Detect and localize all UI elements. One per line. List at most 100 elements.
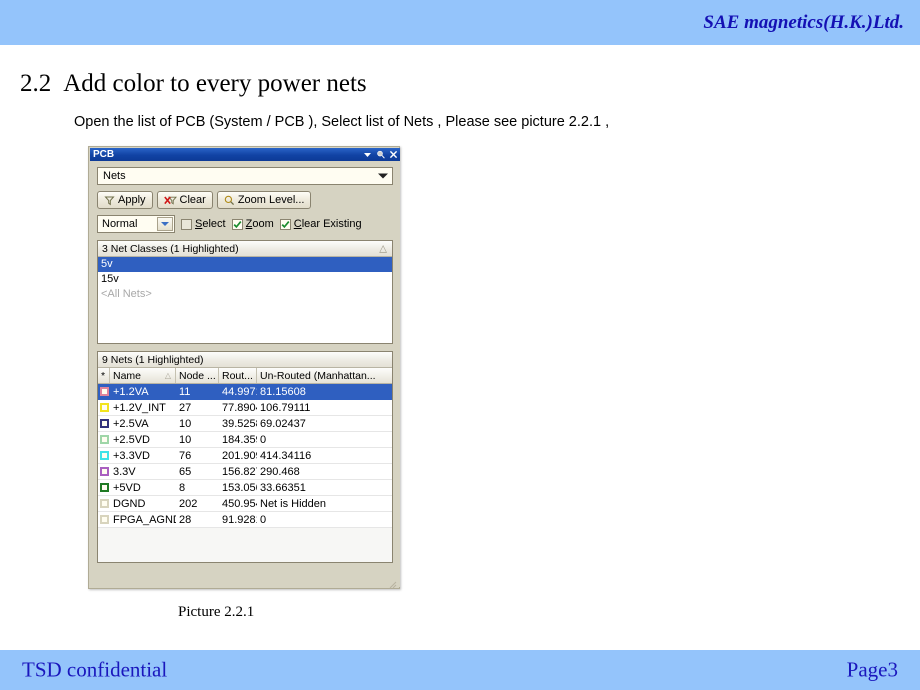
net-node-count-cell: 11 bbox=[179, 385, 191, 398]
highlight-mode-value: Normal bbox=[102, 218, 138, 230]
apply-button-label: Apply bbox=[118, 194, 146, 206]
net-node-count-cell: 28 bbox=[179, 513, 192, 526]
net-unrouted-cell: 414.34116 bbox=[260, 449, 312, 462]
nets-header: 9 Nets (1 Highlighted) bbox=[98, 352, 392, 368]
list-item[interactable]: 15v bbox=[98, 272, 392, 287]
resize-grip-icon[interactable] bbox=[387, 576, 397, 589]
net-name-cell: FPGA_AGND bbox=[113, 513, 176, 526]
column-header-name[interactable]: Name bbox=[110, 368, 176, 383]
color-swatch-icon[interactable] bbox=[99, 403, 109, 412]
slide-canvas: SAE magnetics(H.K.)Ltd. 2.2 Add color to … bbox=[0, 0, 920, 690]
footer-page-number: Page3 bbox=[846, 657, 898, 682]
clear-button[interactable]: Clear bbox=[156, 191, 213, 209]
panel-button-row: Apply Clear Zoom Level... bbox=[97, 191, 393, 209]
net-color-swatch-cell[interactable] bbox=[98, 403, 110, 412]
nets-rows[interactable]: +1.2VA 11 44.997181.15608 +1.2V_INT 27 77.890… bbox=[98, 384, 392, 528]
zoom-checkbox[interactable]: Zoom bbox=[231, 218, 274, 230]
select-checkbox-label: Select bbox=[195, 218, 226, 230]
pcb-panel: PCB Nets Apply Clear Zoom Level... Norma… bbox=[88, 146, 400, 589]
nets-header-label: 9 Nets (1 Highlighted) bbox=[102, 353, 204, 366]
net-classes-header: 3 Net Classes (1 Highlighted) △ bbox=[98, 241, 392, 257]
net-color-swatch-cell[interactable] bbox=[98, 451, 110, 460]
net-name-cell: +1.2VA bbox=[113, 385, 149, 398]
color-swatch-icon[interactable] bbox=[99, 451, 109, 460]
table-row[interactable]: +2.5VA 10 39.525869.02437 bbox=[98, 416, 392, 432]
pcb-panel-body: Nets Apply Clear Zoom Level... Normal Se… bbox=[90, 161, 400, 587]
net-node-count-cell: 76 bbox=[179, 449, 192, 462]
color-swatch-icon[interactable] bbox=[99, 419, 109, 428]
chevron-down-icon[interactable] bbox=[157, 217, 173, 231]
net-color-swatch-cell[interactable] bbox=[98, 483, 110, 492]
funnel-icon bbox=[104, 195, 115, 206]
net-routed-cell: 91.9281 bbox=[222, 513, 257, 526]
sort-indicator-icon[interactable]: △ bbox=[379, 243, 387, 254]
net-routed-cell: 44.9971 bbox=[222, 385, 257, 398]
net-color-swatch-cell[interactable] bbox=[98, 515, 110, 524]
color-swatch-icon[interactable] bbox=[99, 483, 109, 492]
color-swatch-icon[interactable] bbox=[99, 499, 109, 508]
object-type-combo[interactable]: Nets bbox=[97, 167, 393, 185]
net-routed-cell: 39.5258 bbox=[222, 417, 257, 430]
column-header-routed[interactable]: Rout... bbox=[219, 368, 257, 383]
net-node-count-cell: 27 bbox=[179, 401, 192, 414]
magnifier-icon bbox=[224, 195, 235, 206]
instruction-text: Open the list of PCB (System / PCB ), Se… bbox=[74, 114, 610, 130]
list-item[interactable]: <All Nets> bbox=[98, 287, 392, 302]
net-routed-cell: 153.056 bbox=[222, 481, 257, 494]
net-routed-cell: 201.909 bbox=[222, 449, 257, 462]
table-row[interactable]: FPGA_AGND28 91.92810 bbox=[98, 512, 392, 528]
mode-and-options-row: Normal Select Zoom Clear Existing bbox=[97, 215, 393, 233]
color-swatch-icon[interactable] bbox=[99, 515, 109, 524]
net-name-cell: +2.5VA bbox=[113, 417, 149, 430]
net-routed-cell: 77.8904 bbox=[222, 401, 257, 414]
table-row[interactable]: +2.5VD 10 184.3590 bbox=[98, 432, 392, 448]
list-item[interactable]: 5v bbox=[98, 257, 392, 272]
net-color-swatch-cell[interactable] bbox=[98, 387, 110, 396]
figure-caption: Picture 2.2.1 bbox=[178, 604, 255, 620]
table-row[interactable]: +1.2VA 11 44.997181.15608 bbox=[98, 384, 392, 400]
apply-button[interactable]: Apply bbox=[97, 191, 153, 209]
close-icon[interactable] bbox=[387, 148, 400, 161]
checkbox-box-select[interactable] bbox=[181, 218, 192, 230]
pcb-panel-titlebar[interactable]: PCB bbox=[90, 148, 400, 161]
chevron-down-icon[interactable] bbox=[361, 148, 374, 161]
net-classes-header-label: 3 Net Classes (1 Highlighted) bbox=[102, 242, 239, 255]
zoom-checkbox-label: Zoom bbox=[245, 218, 274, 230]
table-row[interactable]: +1.2V_INT 27 77.8904106.79111 bbox=[98, 400, 392, 416]
table-row[interactable]: +3.3VD 76 201.909414.34116 bbox=[98, 448, 392, 464]
column-header-node-count[interactable]: Node ... bbox=[176, 368, 219, 383]
table-row[interactable]: +5VD 8 153.05633.66351 bbox=[98, 480, 392, 496]
color-swatch-icon[interactable] bbox=[99, 387, 109, 396]
clear-existing-checkbox-label: Clear Existing bbox=[293, 218, 362, 230]
column-header-swatch[interactable]: * bbox=[98, 368, 110, 383]
net-color-swatch-cell[interactable] bbox=[98, 499, 110, 508]
clear-existing-checkbox[interactable]: Clear Existing bbox=[279, 218, 362, 230]
net-classes-rows[interactable]: 5v 15v <All Nets> bbox=[98, 257, 392, 343]
net-routed-cell: 184.359 bbox=[222, 433, 257, 446]
net-unrouted-cell: 0 bbox=[260, 513, 267, 526]
net-name-cell: +3.3VD bbox=[113, 449, 150, 462]
net-unrouted-cell: 33.66351 bbox=[260, 481, 306, 494]
net-color-swatch-cell[interactable] bbox=[98, 467, 110, 476]
zoom-level-button[interactable]: Zoom Level... bbox=[216, 191, 312, 209]
page-title: 2.2 Add color to every power nets bbox=[20, 70, 367, 98]
object-type-value: Nets bbox=[103, 170, 126, 182]
select-checkbox[interactable]: Select bbox=[181, 218, 226, 230]
highlight-mode-combo[interactable]: Normal bbox=[97, 215, 175, 233]
column-header-unrouted[interactable]: Un-Routed (Manhattan... bbox=[257, 368, 392, 383]
checkbox-box-zoom[interactable] bbox=[231, 218, 243, 230]
chevron-down-icon[interactable] bbox=[378, 173, 388, 179]
nets-empty-area bbox=[98, 528, 392, 562]
pin-icon[interactable] bbox=[374, 148, 387, 161]
net-node-count-cell: 202 bbox=[179, 497, 198, 510]
net-color-swatch-cell[interactable] bbox=[98, 435, 110, 444]
color-swatch-icon[interactable] bbox=[99, 435, 109, 444]
net-node-count-cell: 10 bbox=[179, 417, 192, 430]
net-color-swatch-cell[interactable] bbox=[98, 419, 110, 428]
table-row[interactable]: DGND 202 450.954Net is Hidden bbox=[98, 496, 392, 512]
table-row[interactable]: 3.3V 65 156.827290.468 bbox=[98, 464, 392, 480]
net-unrouted-cell: 0 bbox=[260, 433, 267, 446]
color-swatch-icon[interactable] bbox=[99, 467, 109, 476]
net-name-cell: 3.3V bbox=[113, 465, 136, 478]
checkbox-box-clear-existing[interactable] bbox=[279, 218, 291, 230]
